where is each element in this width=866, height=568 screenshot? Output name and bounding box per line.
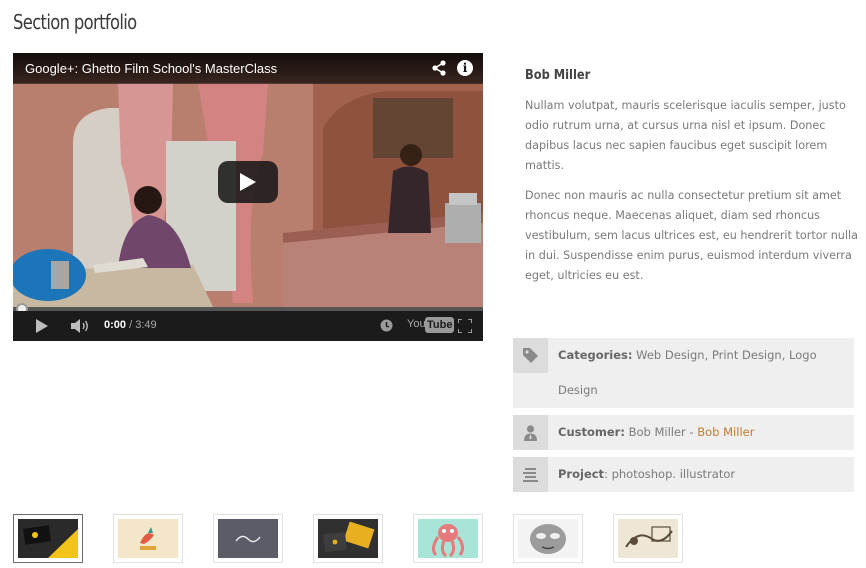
play-icon <box>240 173 256 191</box>
thumbnail-image <box>518 519 578 558</box>
share-icon[interactable] <box>431 60 447 76</box>
video-controls: 0:00 / 3:49 You Tube <box>13 311 483 341</box>
categories-text: Categories: Web Design, Print Design, Lo… <box>558 338 848 408</box>
time-current: 0:00 <box>104 319 127 331</box>
customer-value: Bob Miller - <box>628 425 694 439</box>
thumbnail-image <box>618 519 678 558</box>
play-button[interactable] <box>218 161 278 203</box>
author-name: Bob Miller <box>525 68 591 83</box>
thumbnail-image <box>318 519 378 558</box>
thumbnail-envelope[interactable] <box>313 514 383 563</box>
info-icon[interactable]: i <box>457 60 473 76</box>
description-paragraph: Nullam volutpat, mauris scelerisque iacu… <box>525 99 846 172</box>
watch-later-icon[interactable] <box>380 319 393 332</box>
youtube-logo[interactable]: You Tube <box>407 317 455 333</box>
fullscreen-icon[interactable] <box>458 319 472 333</box>
customer-link[interactable]: Bob Miller <box>697 425 754 439</box>
customer-label: Customer: <box>558 425 625 439</box>
meta-project: Project: photoshop. illustrator <box>513 457 854 492</box>
youtube-logo-tube: Tube <box>425 317 455 333</box>
volume-icon[interactable] <box>71 319 91 333</box>
video-player[interactable]: Google+: Ghetto Film School's MasterClas… <box>13 53 483 341</box>
thumbnail-bird-logo[interactable] <box>113 514 183 563</box>
thumbnail-ink-drawing[interactable] <box>613 514 683 563</box>
video-title[interactable]: Google+: Ghetto Film School's MasterClas… <box>25 61 277 76</box>
project-label: Project <box>558 467 605 481</box>
play-icon[interactable] <box>35 319 49 333</box>
categories-label: Categories: <box>558 348 633 362</box>
time-total: 3:49 <box>135 319 157 331</box>
time-separator: / <box>129 319 133 331</box>
page-title: Section portfolio <box>13 10 137 34</box>
customer-text: Customer: Bob Miller - Bob Miller <box>558 415 848 450</box>
thumbnail-image <box>118 519 178 558</box>
thumbnail-image <box>18 519 78 558</box>
youtube-logo-you: You <box>407 318 426 330</box>
description-paragraph: Donec non mauris ac nulla consectetur pr… <box>525 189 858 282</box>
thumbnail-image <box>418 519 478 558</box>
video-title-bar: Google+: Ghetto Film School's MasterClas… <box>13 53 483 84</box>
thumbnail-image <box>218 519 278 558</box>
time-display: 0:00 / 3:49 <box>104 319 157 331</box>
thumbnail-mask-sketch[interactable] <box>513 514 583 563</box>
thumbnail-script-logo[interactable] <box>213 514 283 563</box>
thumbnail-business-cards[interactable] <box>13 514 83 563</box>
project-value: photoshop. illustrator <box>611 467 736 481</box>
tag-icon <box>513 338 548 373</box>
thumbnail-octopus[interactable] <box>413 514 483 563</box>
meta-categories: Categories: Web Design, Print Design, Lo… <box>513 338 854 408</box>
project-separator: : <box>604 467 608 481</box>
list-icon <box>513 457 548 492</box>
project-text: Project: photoshop. illustrator <box>558 457 848 492</box>
user-icon <box>513 415 548 450</box>
meta-customer: Customer: Bob Miller - Bob Miller <box>513 415 854 450</box>
